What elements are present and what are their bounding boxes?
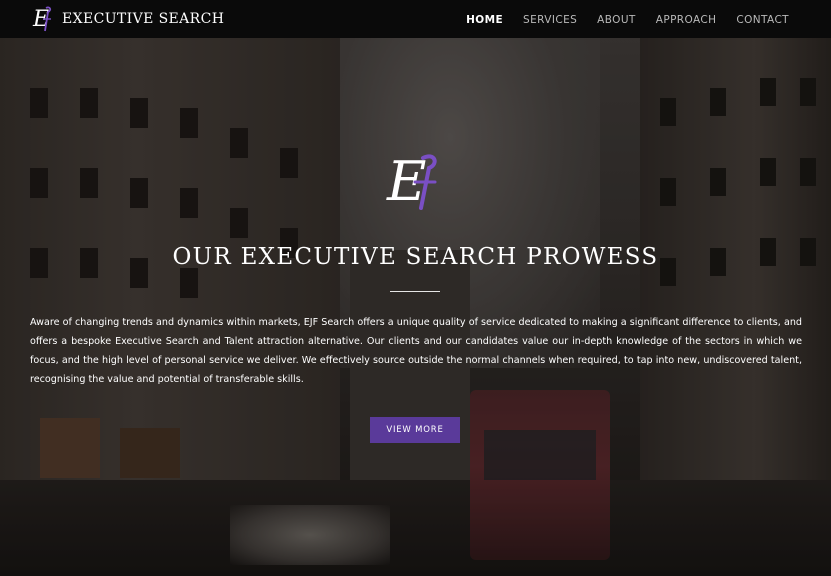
main-nav: HOME SERVICES ABOUT APPROACH CONTACT: [446, 0, 789, 38]
hero-title: OUR EXECUTIVE SEARCH PROWESS: [172, 244, 659, 270]
ejf-monogram-logo-icon: E: [32, 6, 52, 32]
ejf-monogram-logo-icon: E: [386, 150, 437, 213]
brand-name: EXECUTIVE SEARCH: [62, 11, 225, 27]
nav-services[interactable]: SERVICES: [523, 14, 577, 26]
hero-description: Aware of changing trends and dynamics wi…: [30, 317, 802, 385]
nav-home[interactable]: HOME: [466, 14, 503, 26]
nav-approach[interactable]: APPROACH: [656, 14, 717, 26]
top-navbar: E EXECUTIVE SEARCH HOME SERVICES ABOUT A…: [0, 0, 831, 38]
view-more-button[interactable]: VIEW MORE: [370, 417, 460, 443]
title-divider: [390, 291, 440, 292]
nav-about[interactable]: ABOUT: [597, 14, 636, 26]
hero-section: E OUR EXECUTIVE SEARCH PROWESS Aware of …: [0, 38, 831, 576]
nav-contact[interactable]: CONTACT: [736, 14, 789, 26]
brand-link[interactable]: E EXECUTIVE SEARCH: [32, 4, 224, 34]
